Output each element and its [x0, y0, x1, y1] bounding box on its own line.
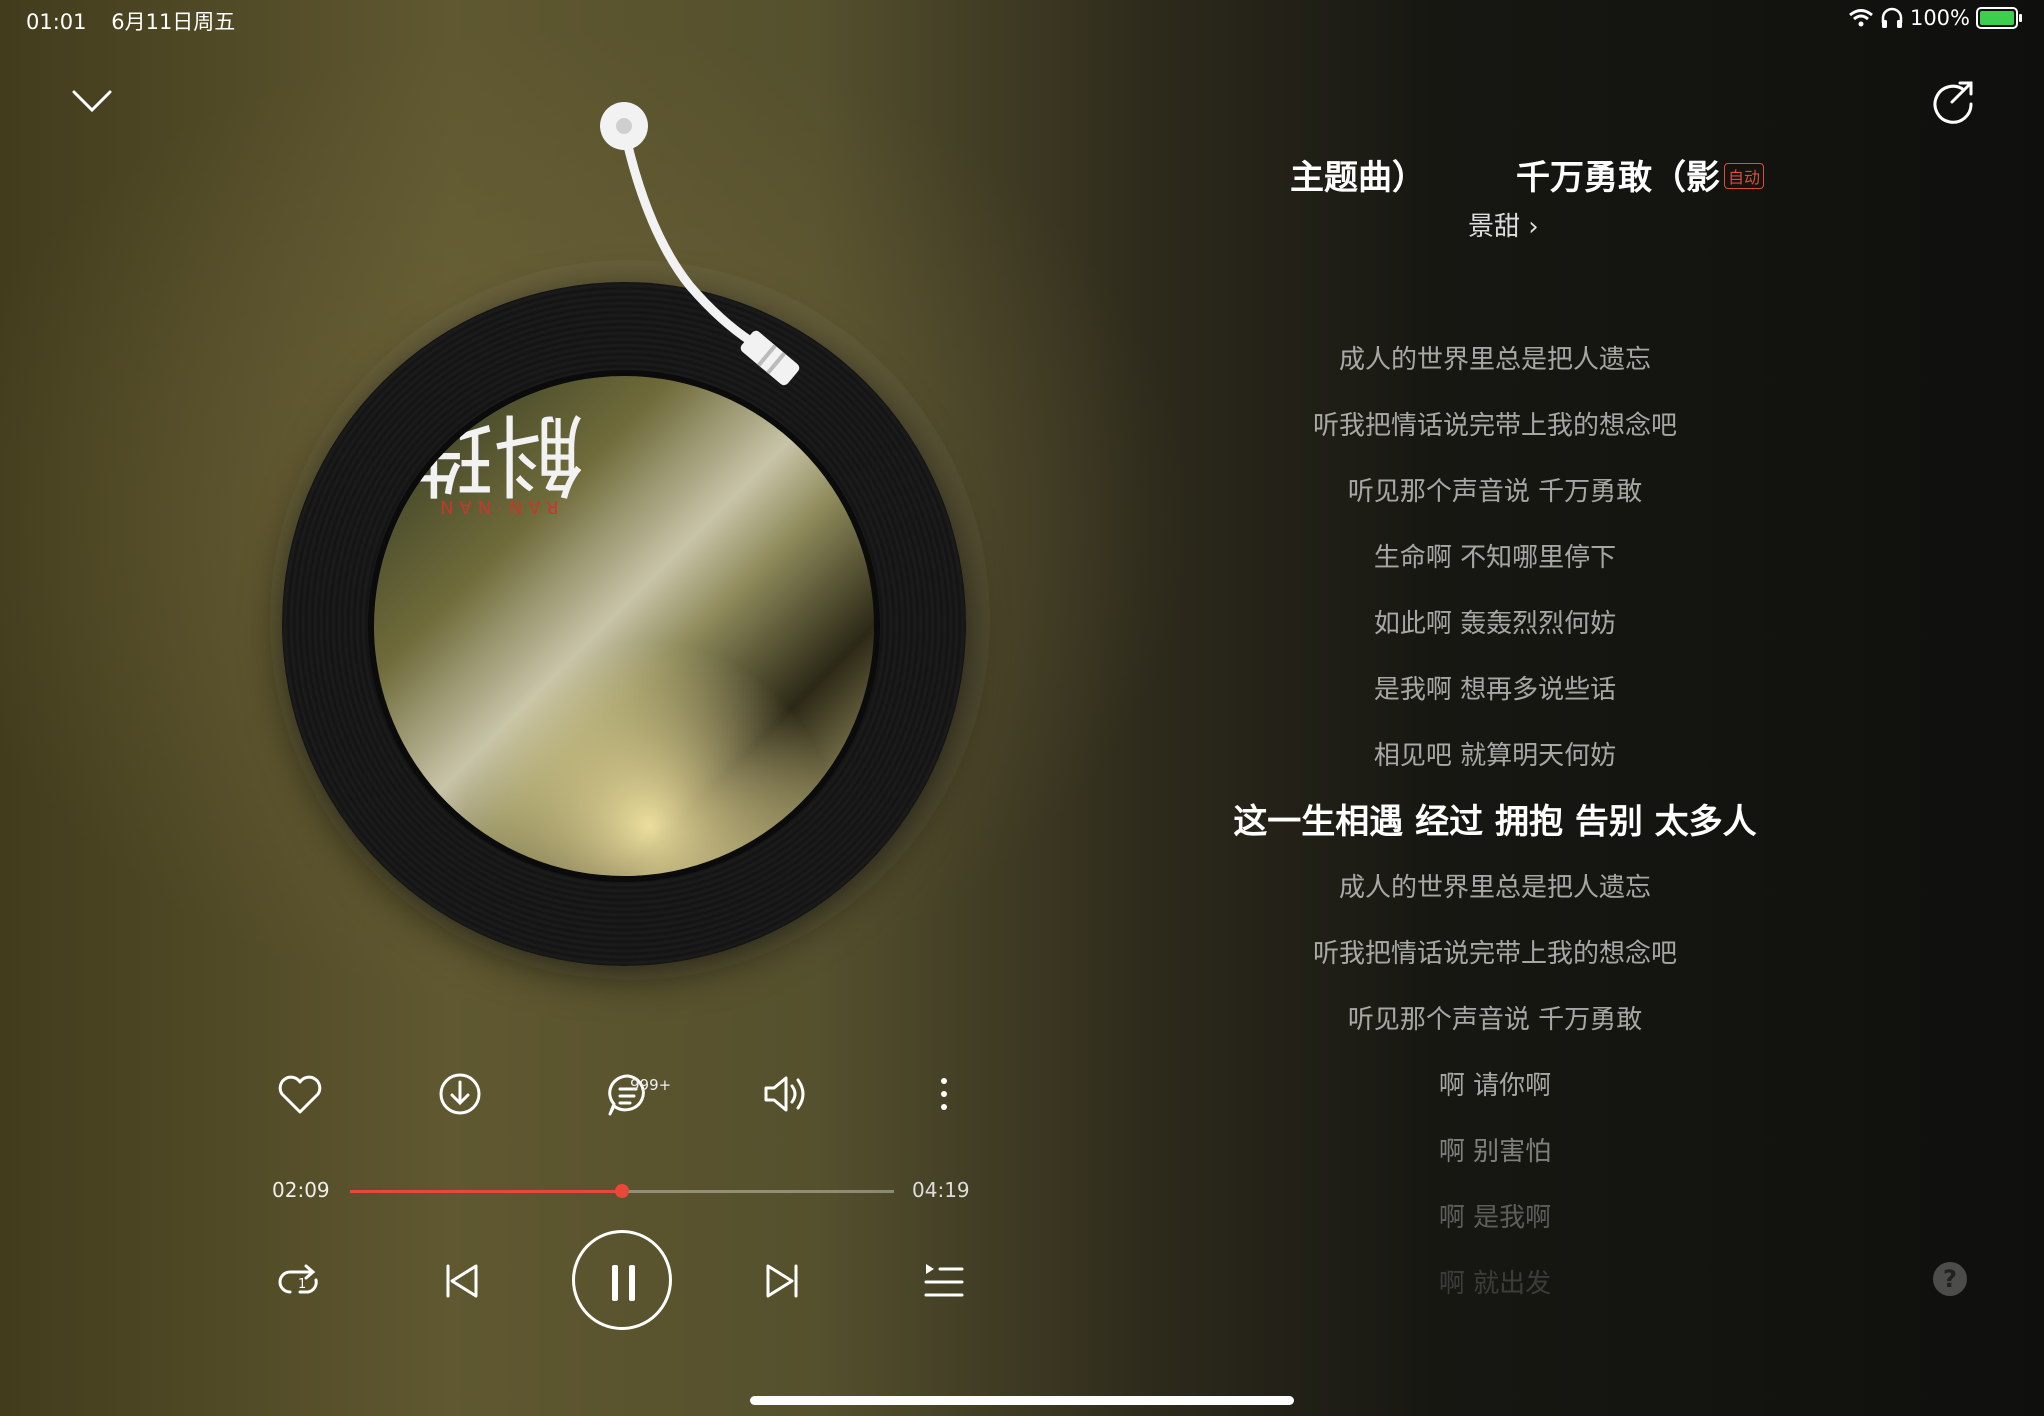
song-title: 主题曲） 千万勇敢（影 自动: [1290, 150, 1765, 199]
help-icon[interactable]: ?: [1933, 1262, 1967, 1296]
lyric-line[interactable]: 听我把情话说完带上我的想念吧: [1150, 404, 1840, 470]
previous-track-icon[interactable]: [438, 1258, 484, 1304]
lyrics-panel[interactable]: 成人的世界里总是把人遗忘 听我把情话说完带上我的想念吧 听见那个声音说 千万勇敢 生命…: [1150, 338, 1840, 1328]
status-bar: 01:01 6月11日周五 100%: [26, 6, 2022, 40]
progress-knob[interactable]: [615, 1184, 629, 1198]
more-options-icon[interactable]: [916, 1066, 972, 1122]
album-cover[interactable]: 斛珠 RAN·NAN: [368, 370, 880, 882]
cover-subtitle: RAN·NAN: [434, 496, 559, 517]
auto-tag-badge: 自动: [1724, 162, 1765, 189]
lyric-line[interactable]: 听见那个声音说 千万勇敢: [1150, 470, 1840, 536]
wifi-icon: [1849, 9, 1873, 27]
lyric-line[interactable]: 如此啊 轰轰烈烈何妨: [1150, 602, 1840, 668]
sound-effect-icon[interactable]: [758, 1066, 814, 1122]
comment-icon[interactable]: [600, 1066, 656, 1122]
action-bar: [250, 1066, 980, 1136]
total-time: 04:19: [912, 1178, 970, 1202]
progress-slider[interactable]: [350, 1184, 894, 1198]
status-time: 01:01: [26, 10, 87, 34]
pause-button[interactable]: [572, 1230, 672, 1330]
current-time: 02:09: [272, 1178, 330, 1202]
lyric-line-current[interactable]: 这一生相遇 经过 拥抱 告别 太多人: [1150, 800, 1840, 866]
next-track-icon[interactable]: [760, 1258, 806, 1304]
share-icon[interactable]: [1930, 78, 1976, 124]
pause-bar-right: [629, 1265, 635, 1301]
home-indicator[interactable]: [750, 1396, 1294, 1405]
lyric-line[interactable]: 生命啊 不知哪里停下: [1150, 536, 1840, 602]
lyric-line[interactable]: 成人的世界里总是把人遗忘: [1150, 866, 1840, 932]
status-date: 6月11日周五: [111, 10, 236, 34]
lyric-line[interactable]: 啊 请你啊: [1150, 1064, 1840, 1130]
song-title-part1: 主题曲）: [1290, 158, 1426, 198]
like-heart-icon[interactable]: [272, 1066, 328, 1122]
battery-percent: 100%: [1909, 6, 1970, 30]
lyric-line[interactable]: 啊 是我啊: [1150, 1196, 1840, 1262]
svg-text:1: 1: [298, 1277, 306, 1292]
comment-count-badge: 999+: [630, 1076, 672, 1094]
download-icon[interactable]: [432, 1066, 488, 1122]
collapse-chevron-down-icon[interactable]: [70, 86, 114, 116]
headphones-icon: [1881, 7, 1903, 28]
lyric-line[interactable]: 相见吧 就算明天何妨: [1150, 734, 1840, 800]
tonearm: [600, 102, 800, 386]
playlist-icon[interactable]: [920, 1258, 966, 1304]
song-title-part2: 千万勇敢（影: [1516, 158, 1720, 198]
lyric-line[interactable]: 啊 别害怕: [1150, 1130, 1840, 1196]
lyric-line[interactable]: 听见那个声音说 千万勇敢: [1150, 998, 1840, 1064]
artist-link[interactable]: 景甜 ›: [1468, 206, 1539, 243]
battery-icon: [1976, 7, 2022, 29]
lyric-line[interactable]: 是我啊 想再多说些话: [1150, 668, 1840, 734]
cover-title: 斛珠: [404, 401, 584, 506]
progress-fill: [350, 1190, 622, 1193]
lyric-line[interactable]: 听我把情话说完带上我的想念吧: [1150, 932, 1840, 998]
song-header: 主题曲） 千万勇敢（影 自动 景甜 ›: [1200, 150, 1800, 250]
repeat-one-icon[interactable]: 1: [276, 1258, 324, 1306]
lyric-line[interactable]: 成人的世界里总是把人遗忘: [1150, 338, 1840, 404]
lyric-line[interactable]: 啊 就出发: [1150, 1262, 1840, 1328]
pause-bar-left: [612, 1265, 618, 1301]
